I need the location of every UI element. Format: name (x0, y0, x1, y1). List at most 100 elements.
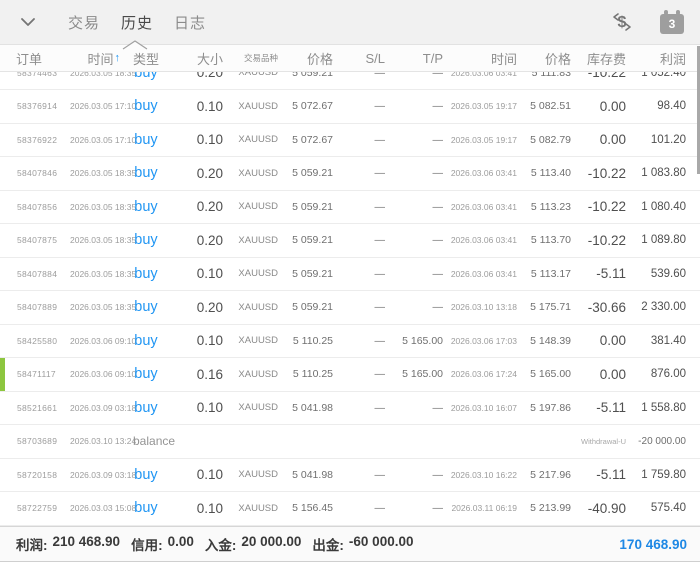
table-row[interactable]: 58376914 2026.03.05 17:10 buy 0.10 XAUUS… (0, 90, 700, 124)
col-symbol[interactable]: 交易品种 (225, 52, 280, 64)
close-time: 2026.03.06 03:41 (445, 235, 519, 245)
trade-symbol: XAUUSD (225, 201, 280, 212)
take-profit: — (387, 201, 445, 213)
trade-symbol: XAUUSD (225, 72, 280, 78)
open-price: 5 059.21 (280, 201, 335, 213)
col-open-time-label: 时间 (87, 49, 113, 68)
close-time: 2026.03.05 19:17 (445, 101, 519, 111)
order-id: 58407884 (0, 269, 70, 279)
table-row[interactable]: 58425580 2026.03.06 09:10 buy 0.10 XAUUS… (0, 325, 700, 359)
open-time: 2026.03.03 15:08 (70, 503, 122, 513)
order-id: 58407875 (0, 235, 70, 245)
calendar-filter-icon[interactable]: 3 (660, 10, 684, 34)
table-row[interactable]: 58407884 2026.03.05 18:35 buy 0.10 XAUUS… (0, 258, 700, 292)
close-time: 2026.03.06 03:41 (445, 202, 519, 212)
stop-loss: — (335, 201, 387, 213)
stop-loss: — (335, 368, 387, 380)
table-row[interactable]: 58521661 2026.03.09 03:18 buy 0.10 XAUUS… (0, 392, 700, 426)
swap-value: -30.66 (573, 300, 628, 315)
open-time: 2026.03.05 18:35 (70, 235, 122, 245)
table-row[interactable]: 58374463 2026.03.05 18:35 buy 0.20 XAUUS… (0, 72, 700, 90)
close-time: 2026.03.06 03:41 (445, 269, 519, 279)
top-bar: 交易 历史 日志 $ 3 (0, 0, 700, 45)
swap-value: -5.11 (573, 400, 628, 415)
stop-loss: — (335, 301, 387, 313)
trade-type: buy (122, 199, 170, 215)
stop-loss: — (335, 72, 387, 79)
stop-loss: — (335, 268, 387, 280)
stop-loss: — (335, 234, 387, 246)
close-price: 5 113.17 (519, 268, 573, 280)
order-id: 58407856 (0, 202, 70, 212)
table-row[interactable]: 58720158 2026.03.09 03:18 buy 0.10 XAUUS… (0, 459, 700, 493)
chevron-down-icon[interactable] (18, 12, 38, 32)
credit-total: 0.00 (168, 534, 194, 554)
profit-value: 2 330.00 (628, 301, 700, 313)
open-price: 5 059.21 (280, 301, 335, 313)
col-open-time[interactable]: 时间 ↑ (70, 49, 122, 68)
col-close-time[interactable]: 时间 (445, 49, 519, 68)
open-price: 5 072.67 (280, 134, 335, 146)
open-time: 2026.03.05 18:35 (70, 202, 122, 212)
close-time: 2026.03.11 06:19 (445, 503, 519, 513)
tab-journal[interactable]: 日志 (174, 12, 206, 33)
open-price: 5 072.67 (280, 100, 335, 112)
close-time: 2026.03.06 17:03 (445, 336, 519, 346)
table-row[interactable]: 58376922 2026.03.05 17:10 buy 0.10 XAUUS… (0, 124, 700, 158)
trade-symbol: XAUUSD (225, 335, 280, 346)
take-profit: — (387, 167, 445, 179)
table-row[interactable]: 58407846 2026.03.05 18:35 buy 0.20 XAUUS… (0, 157, 700, 191)
trade-size: 0.20 (170, 233, 225, 248)
trade-size: 0.16 (170, 367, 225, 382)
table-row[interactable]: 58407889 2026.03.05 18:35 buy 0.20 XAUUS… (0, 291, 700, 325)
balance-total: 170 468.90 (619, 537, 687, 552)
order-id: 58376922 (0, 135, 70, 145)
col-profit[interactable]: 利润 (628, 49, 700, 68)
trade-type: buy (122, 333, 170, 349)
close-time: 2026.03.06 17:24 (445, 369, 519, 379)
col-close-price[interactable]: 价格 (519, 49, 573, 68)
col-open-price[interactable]: 价格 (280, 49, 335, 68)
stop-loss: — (335, 335, 387, 347)
trade-size: 0.10 (170, 467, 225, 482)
swap-value: -10.22 (573, 199, 628, 214)
profit-value: 1 759.80 (628, 469, 700, 481)
swap-value: 0.00 (573, 333, 628, 348)
table-row[interactable]: 58471117 2026.03.06 09:10 buy 0.16 XAUUS… (0, 358, 700, 392)
col-swap[interactable]: 库存费 (573, 49, 628, 68)
take-profit: — (387, 268, 445, 280)
stop-loss: — (335, 167, 387, 179)
col-tp[interactable]: T/P (387, 51, 445, 66)
profit-value: 1 052.40 (628, 72, 700, 79)
history-rows: 58374463 2026.03.05 18:35 buy 0.20 XAUUS… (0, 72, 700, 526)
take-profit: — (387, 402, 445, 414)
trade-type: buy (122, 299, 170, 315)
close-price: 5 175.71 (519, 301, 573, 313)
tab-trade[interactable]: 交易 (68, 12, 100, 33)
order-id: 58376914 (0, 101, 70, 111)
col-sl[interactable]: S/L (335, 51, 387, 66)
take-profit: — (387, 502, 445, 514)
trade-size: 0.10 (170, 266, 225, 281)
trade-symbol: XAUUSD (225, 402, 280, 413)
profit-value: 381.40 (628, 335, 700, 347)
table-row[interactable]: 58722759 2026.03.03 15:08 buy 0.10 XAUUS… (0, 492, 700, 526)
deposit-label: 入金: (205, 534, 237, 554)
swap-value: -10.22 (573, 166, 628, 181)
take-profit: 5 165.00 (387, 335, 445, 347)
table-row[interactable]: 58407875 2026.03.05 18:35 buy 0.20 XAUUS… (0, 224, 700, 258)
trade-size: 0.20 (170, 166, 225, 181)
col-order[interactable]: 订单 (0, 49, 70, 68)
currency-transfer-icon[interactable]: $ (610, 10, 634, 34)
table-row[interactable]: 58703689 2026.03.10 13:24 balance Withdr… (0, 425, 700, 459)
order-id: 58407846 (0, 168, 70, 178)
col-size[interactable]: 大小 (170, 49, 225, 68)
table-row[interactable]: 58407856 2026.03.05 18:35 buy 0.20 XAUUS… (0, 191, 700, 225)
history-screen: 交易 历史 日志 $ 3 订单 时间 ↑ (0, 0, 700, 562)
close-time: 2026.03.06 03:41 (445, 72, 519, 78)
tab-history[interactable]: 历史 (121, 12, 153, 33)
trade-symbol: XAUUSD (225, 369, 280, 380)
take-profit: 5 165.00 (387, 368, 445, 380)
close-price: 5 217.96 (519, 469, 573, 481)
swap-value: -10.22 (573, 233, 628, 248)
